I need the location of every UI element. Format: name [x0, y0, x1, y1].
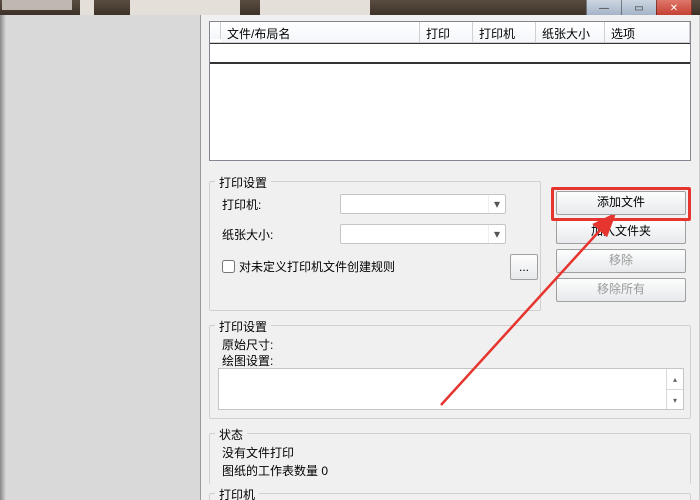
table-body[interactable] [210, 43, 690, 159]
spin-buttons[interactable]: ▴ ▾ [666, 369, 683, 409]
sheet-count-value: 0 [321, 464, 328, 478]
spin-up-icon[interactable]: ▴ [667, 369, 683, 390]
print-settings-group-2: 原始尺寸: 绘图设置: ▴ ▾ 打印设置 [209, 325, 689, 419]
status-no-files: 没有文件打印 [222, 444, 294, 461]
table-header-options[interactable]: 选项 [605, 22, 690, 42]
table-row[interactable] [210, 43, 690, 64]
paper-size-label: 纸张大小: [222, 226, 273, 243]
group-title: 打印机 [215, 486, 259, 500]
chevron-down-icon: ▾ [488, 225, 505, 243]
printer-combo[interactable]: ▾ [340, 194, 506, 214]
group-title: 状态 [215, 426, 247, 443]
chevron-down-icon: ▾ [488, 195, 505, 213]
table-header-select [210, 22, 221, 39]
table-header-printer[interactable]: 打印机 [473, 22, 536, 42]
create-rule-checkbox-input[interactable] [222, 260, 235, 273]
create-rule-checkbox-label: 对未定义打印机文件创建规则 [239, 258, 395, 275]
table-header-paper[interactable]: 纸张大小 [536, 22, 605, 42]
main-panel: 文件/布局名 打印 打印机 纸张大小 选项 打印机: ▾ 纸张大小: ▾ 对未定… [200, 15, 699, 500]
ellipsis-icon: ... [519, 260, 529, 274]
window-titlebar: — ▭ ✕ [0, 0, 700, 15]
table-header-name[interactable]: 文件/布局名 [221, 22, 420, 42]
printer-group: 添加时间戳 打印机 [209, 493, 689, 500]
sheet-count-label: 图纸的工作表数量 [222, 464, 318, 478]
left-pane [0, 15, 200, 500]
plot-settings-label: 绘图设置: [222, 352, 273, 369]
more-button[interactable]: ... [510, 254, 538, 280]
group-title: 打印设置 [215, 318, 271, 335]
remove-all-button[interactable]: 移除所有 [556, 278, 686, 302]
table-header: 文件/布局名 打印 打印机 纸张大小 选项 [210, 22, 690, 43]
spin-down-icon[interactable]: ▾ [667, 390, 683, 410]
file-table[interactable]: 文件/布局名 打印 打印机 纸张大小 选项 [209, 21, 691, 161]
file-action-buttons: 添加文件 加入文件夹 移除 移除所有 [551, 181, 691, 307]
create-rule-checkbox[interactable]: 对未定义打印机文件创建规则 [222, 258, 395, 275]
status-group: 没有文件打印 图纸的工作表数量 0 状态 [209, 433, 689, 484]
group-title: 打印设置 [215, 174, 271, 191]
original-size-label: 原始尺寸: [222, 336, 273, 353]
table-header-print[interactable]: 打印 [420, 22, 473, 42]
printer-label: 打印机: [222, 196, 261, 213]
add-file-button[interactable]: 添加文件 [556, 191, 686, 215]
plot-settings-box[interactable]: ▴ ▾ [218, 368, 684, 410]
paper-size-combo[interactable]: ▾ [340, 224, 506, 244]
remove-button[interactable]: 移除 [556, 249, 686, 273]
add-folder-button[interactable]: 加入文件夹 [556, 220, 686, 244]
